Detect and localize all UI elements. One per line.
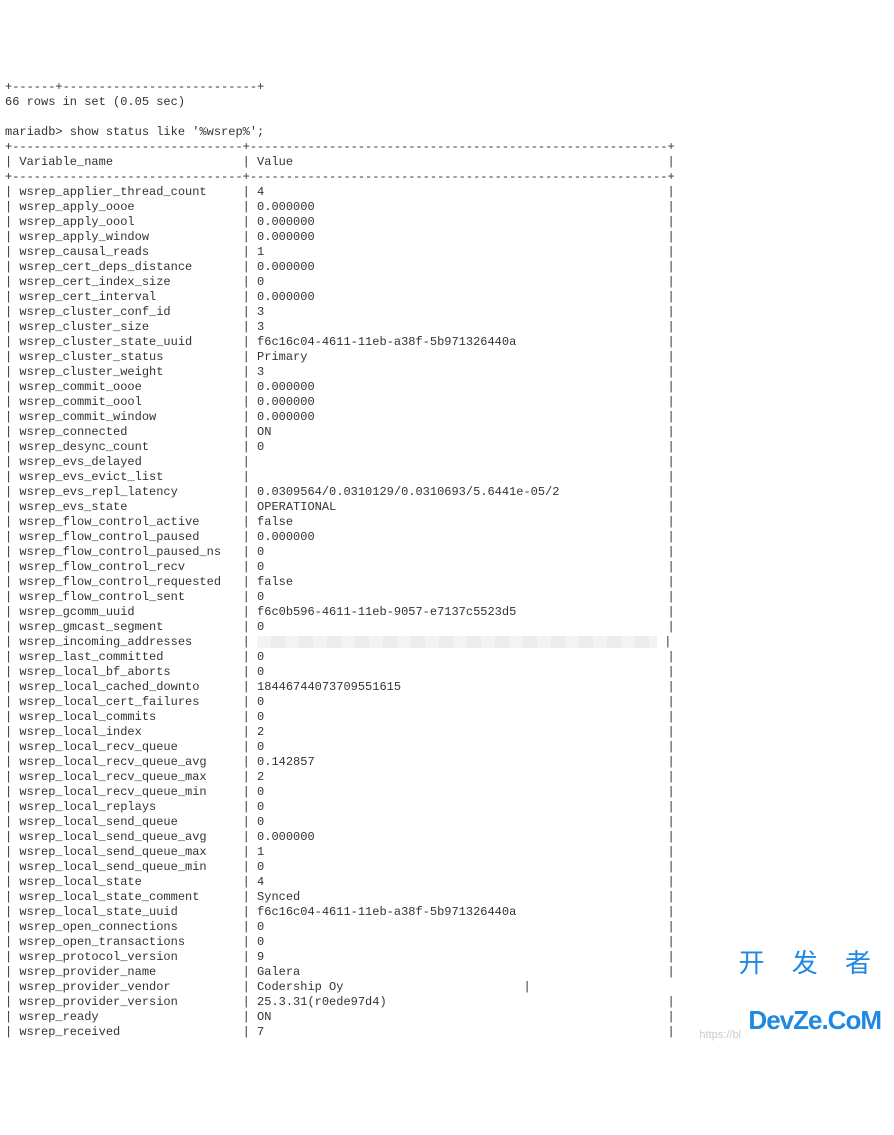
watermark-en: DevZe.CoM — [739, 1004, 881, 1037]
terminal-output: +------+---------------------------+ 66 … — [5, 65, 889, 1055]
watermark-url: https://bl — [699, 1029, 741, 1043]
table-border: +--------------------------------+------… — [5, 140, 675, 154]
table-body: | wsrep_applier_thread_count | 4 | | wsr… — [5, 185, 675, 1039]
redacted-value — [257, 636, 657, 648]
border-line: +------+---------------------------+ — [5, 80, 264, 94]
table-header-row: | Variable_name | Value | — [5, 155, 675, 169]
watermark-cn: 开 发 者 — [739, 947, 881, 980]
rows-summary: 66 rows in set (0.05 sec) — [5, 95, 185, 109]
table-border: +--------------------------------+------… — [5, 170, 675, 184]
watermark: https://bl 开 发 者 DevZe.CoM — [739, 902, 881, 1051]
sql-prompt-line: mariadb> show status like '%wsrep%'; — [5, 125, 264, 139]
